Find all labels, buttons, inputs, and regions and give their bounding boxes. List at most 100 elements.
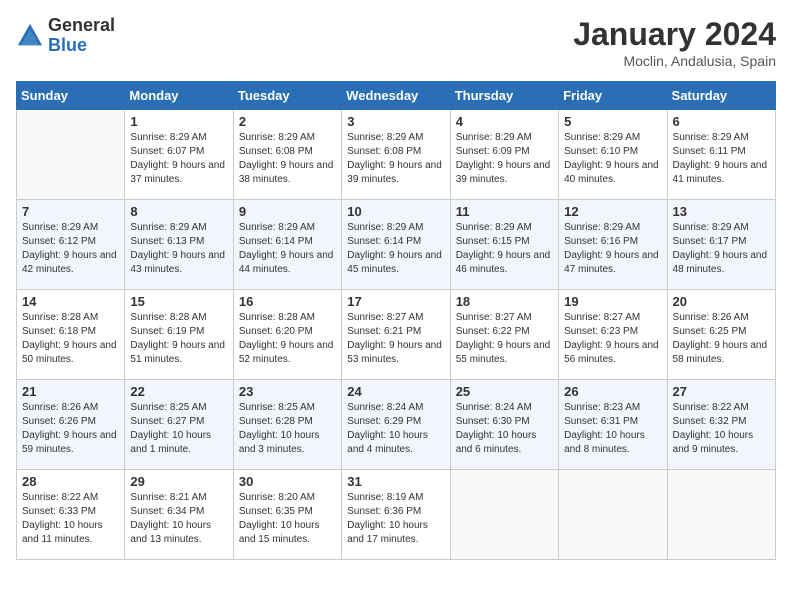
day-number: 18 — [456, 294, 553, 309]
day-detail: Sunrise: 8:29 AMSunset: 6:12 PMDaylight:… — [22, 221, 119, 277]
day-detail: Sunrise: 8:29 AMSunset: 6:08 PMDaylight:… — [239, 131, 336, 187]
calendar-week-row: 21Sunrise: 8:26 AMSunset: 6:26 PMDayligh… — [17, 380, 776, 470]
day-detail: Sunrise: 8:26 AMSunset: 6:25 PMDaylight:… — [673, 311, 770, 367]
day-number: 1 — [130, 114, 227, 129]
logo-icon — [16, 22, 44, 50]
day-number: 11 — [456, 204, 553, 219]
calendar-day-cell: 23 Sunrise: 8:25 AMSunset: 6:28 PMDayligh… — [233, 380, 341, 470]
calendar-day-cell — [667, 470, 775, 560]
day-detail: Sunrise: 8:29 AMSunset: 6:17 PMDaylight:… — [673, 221, 770, 277]
page-header: General Blue January 2024 Moclin, Andalu… — [16, 16, 776, 69]
calendar-header: SundayMondayTuesdayWednesdayThursdayFrid… — [17, 82, 776, 110]
calendar-day-cell: 25Sunrise: 8:24 AMSunset: 6:30 PMDayligh… — [450, 380, 558, 470]
days-of-week-row: SundayMondayTuesdayWednesdayThursdayFrid… — [17, 82, 776, 110]
day-detail: Sunrise: 8:22 AMSunset: 6:32 PMDaylight:… — [673, 401, 770, 457]
day-number: 9 — [239, 204, 336, 219]
day-detail: Sunrise: 8:20 AMSunset: 6:35 PMDaylight:… — [239, 491, 336, 547]
calendar-week-row: 28 Sunrise: 8:22 AMSunset: 6:33 PMDayligh… — [17, 470, 776, 560]
day-number: 3 — [347, 114, 444, 129]
calendar-day-cell: 3 Sunrise: 8:29 AMSunset: 6:08 PMDaylight… — [342, 110, 450, 200]
day-detail: Sunrise: 8:29 AMSunset: 6:11 PMDaylight:… — [673, 131, 770, 187]
day-of-week-header: Wednesday — [342, 82, 450, 110]
day-number: 10 — [347, 204, 444, 219]
day-number: 26 — [564, 384, 661, 399]
day-number: 13 — [673, 204, 770, 219]
day-number: 16 — [239, 294, 336, 309]
day-detail: Sunrise: 8:29 AMSunset: 6:08 PMDaylight:… — [347, 131, 444, 187]
day-of-week-header: Monday — [125, 82, 233, 110]
day-number: 5 — [564, 114, 661, 129]
day-detail: Sunrise: 8:28 AMSunset: 6:20 PMDaylight:… — [239, 311, 336, 367]
day-detail: Sunrise: 8:28 AMSunset: 6:18 PMDaylight:… — [22, 311, 119, 367]
calendar-day-cell: 21Sunrise: 8:26 AMSunset: 6:26 PMDayligh… — [17, 380, 125, 470]
calendar-day-cell: 19 Sunrise: 8:27 AMSunset: 6:23 PMDayligh… — [559, 290, 667, 380]
day-of-week-header: Sunday — [17, 82, 125, 110]
calendar-day-cell: 1Sunrise: 8:29 AMSunset: 6:07 PMDaylight… — [125, 110, 233, 200]
day-detail: Sunrise: 8:29 AMSunset: 6:09 PMDaylight:… — [456, 131, 553, 187]
day-detail: Sunrise: 8:27 AMSunset: 6:23 PMDaylight:… — [564, 311, 661, 367]
calendar-day-cell: 14 Sunrise: 8:28 AMSunset: 6:18 PMDayligh… — [17, 290, 125, 380]
calendar-week-row: 7 Sunrise: 8:29 AMSunset: 6:12 PMDaylight… — [17, 200, 776, 290]
calendar-day-cell — [17, 110, 125, 200]
calendar-day-cell: 16 Sunrise: 8:28 AMSunset: 6:20 PMDayligh… — [233, 290, 341, 380]
day-number: 19 — [564, 294, 661, 309]
day-number: 21 — [22, 384, 119, 399]
calendar-day-cell: 30 Sunrise: 8:20 AMSunset: 6:35 PMDayligh… — [233, 470, 341, 560]
day-number: 28 — [22, 474, 119, 489]
day-number: 23 — [239, 384, 336, 399]
day-number: 4 — [456, 114, 553, 129]
location: Moclin, Andalusia, Spain — [573, 53, 776, 69]
day-detail: Sunrise: 8:29 AMSunset: 6:16 PMDaylight:… — [564, 221, 661, 277]
day-number: 30 — [239, 474, 336, 489]
calendar-day-cell — [450, 470, 558, 560]
day-of-week-header: Tuesday — [233, 82, 341, 110]
day-detail: Sunrise: 8:29 AMSunset: 6:14 PMDaylight:… — [347, 221, 444, 277]
day-number: 20 — [673, 294, 770, 309]
logo-general-text: General — [48, 16, 115, 36]
day-number: 29 — [130, 474, 227, 489]
calendar-day-cell: 7 Sunrise: 8:29 AMSunset: 6:12 PMDaylight… — [17, 200, 125, 290]
calendar-day-cell: 18Sunrise: 8:27 AMSunset: 6:22 PMDayligh… — [450, 290, 558, 380]
calendar-day-cell: 22Sunrise: 8:25 AMSunset: 6:27 PMDayligh… — [125, 380, 233, 470]
calendar-day-cell: 2 Sunrise: 8:29 AMSunset: 6:08 PMDaylight… — [233, 110, 341, 200]
calendar-week-row: 1Sunrise: 8:29 AMSunset: 6:07 PMDaylight… — [17, 110, 776, 200]
day-detail: Sunrise: 8:25 AMSunset: 6:28 PMDaylight:… — [239, 401, 336, 457]
calendar-day-cell: 6 Sunrise: 8:29 AMSunset: 6:11 PMDaylight… — [667, 110, 775, 200]
day-detail: Sunrise: 8:28 AMSunset: 6:19 PMDaylight:… — [130, 311, 227, 367]
day-detail: Sunrise: 8:19 AMSunset: 6:36 PMDaylight:… — [347, 491, 444, 547]
calendar-day-cell: 9Sunrise: 8:29 AMSunset: 6:14 PMDaylight… — [233, 200, 341, 290]
calendar-day-cell: 28 Sunrise: 8:22 AMSunset: 6:33 PMDayligh… — [17, 470, 125, 560]
calendar-day-cell: 4 Sunrise: 8:29 AMSunset: 6:09 PMDaylight… — [450, 110, 558, 200]
day-number: 6 — [673, 114, 770, 129]
day-of-week-header: Saturday — [667, 82, 775, 110]
calendar-body: 1Sunrise: 8:29 AMSunset: 6:07 PMDaylight… — [17, 110, 776, 560]
day-detail: Sunrise: 8:21 AMSunset: 6:34 PMDaylight:… — [130, 491, 227, 547]
logo: General Blue — [16, 16, 115, 56]
logo-blue-text: Blue — [48, 36, 115, 56]
day-detail: Sunrise: 8:22 AMSunset: 6:33 PMDaylight:… — [22, 491, 119, 547]
day-detail: Sunrise: 8:25 AMSunset: 6:27 PMDaylight:… — [130, 401, 227, 457]
day-number: 7 — [22, 204, 119, 219]
calendar-day-cell: 10 Sunrise: 8:29 AMSunset: 6:14 PMDayligh… — [342, 200, 450, 290]
day-detail: Sunrise: 8:29 AMSunset: 6:15 PMDaylight:… — [456, 221, 553, 277]
day-detail: Sunrise: 8:24 AMSunset: 6:29 PMDaylight:… — [347, 401, 444, 457]
day-number: 14 — [22, 294, 119, 309]
calendar-day-cell: 31 Sunrise: 8:19 AMSunset: 6:36 PMDayligh… — [342, 470, 450, 560]
calendar-day-cell: 27Sunrise: 8:22 AMSunset: 6:32 PMDayligh… — [667, 380, 775, 470]
month-title: January 2024 — [573, 16, 776, 53]
calendar-day-cell: 5Sunrise: 8:29 AMSunset: 6:10 PMDaylight… — [559, 110, 667, 200]
day-detail: Sunrise: 8:27 AMSunset: 6:21 PMDaylight:… — [347, 311, 444, 367]
calendar-day-cell: 13 Sunrise: 8:29 AMSunset: 6:17 PMDayligh… — [667, 200, 775, 290]
day-number: 15 — [130, 294, 227, 309]
day-number: 12 — [564, 204, 661, 219]
calendar-day-cell — [559, 470, 667, 560]
day-number: 25 — [456, 384, 553, 399]
calendar-day-cell: 17 Sunrise: 8:27 AMSunset: 6:21 PMDayligh… — [342, 290, 450, 380]
day-number: 31 — [347, 474, 444, 489]
calendar-week-row: 14 Sunrise: 8:28 AMSunset: 6:18 PMDayligh… — [17, 290, 776, 380]
day-number: 17 — [347, 294, 444, 309]
day-detail: Sunrise: 8:29 AMSunset: 6:13 PMDaylight:… — [130, 221, 227, 277]
day-number: 24 — [347, 384, 444, 399]
day-number: 2 — [239, 114, 336, 129]
calendar-day-cell: 24 Sunrise: 8:24 AMSunset: 6:29 PMDayligh… — [342, 380, 450, 470]
